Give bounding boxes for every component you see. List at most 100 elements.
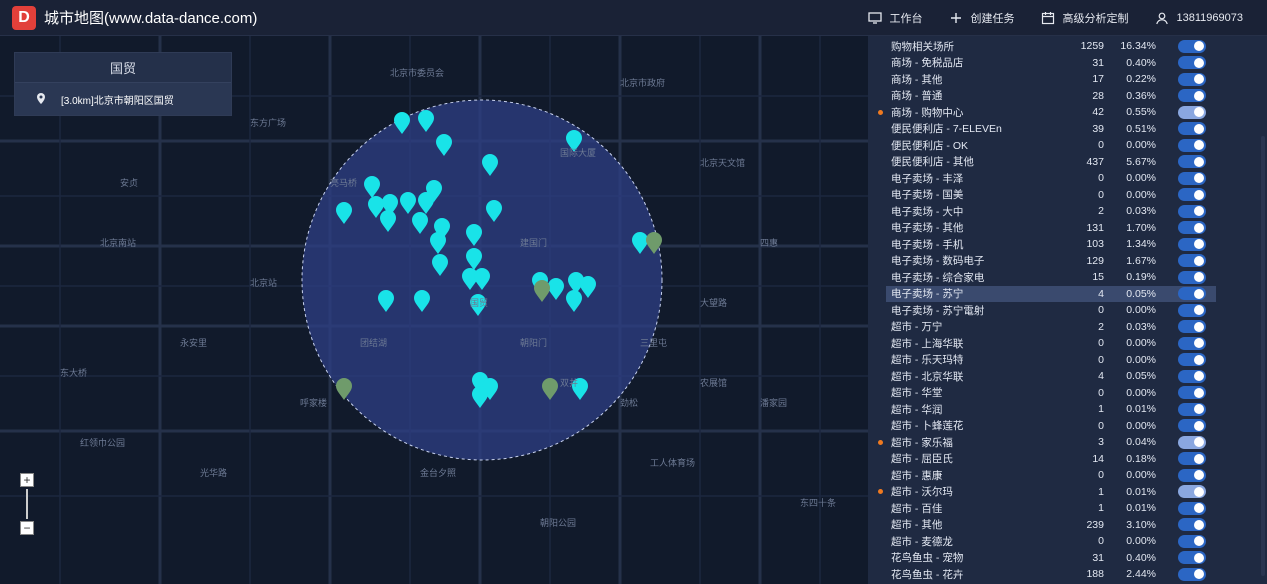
category-row[interactable]: 花鸟鱼虫 - 花卉 188 2.44%: [886, 566, 1216, 583]
category-toggle[interactable]: [1178, 551, 1206, 565]
poi-marker[interactable]: [432, 254, 448, 276]
category-toggle[interactable]: [1178, 353, 1206, 367]
category-toggle[interactable]: [1178, 204, 1206, 218]
category-row[interactable]: 超市 - 万宁 2 0.03%: [886, 319, 1216, 336]
category-row[interactable]: 电子卖场 - 综合家电 15 0.19%: [886, 269, 1216, 286]
category-toggle[interactable]: [1178, 155, 1206, 169]
category-toggle[interactable]: [1178, 303, 1206, 317]
poi-marker[interactable]: [466, 248, 482, 270]
poi-marker[interactable]: [378, 290, 394, 312]
category-row[interactable]: 便民便利店 - 其他 437 5.67%: [886, 154, 1216, 171]
poi-marker[interactable]: [430, 232, 446, 254]
zoom-slider[interactable]: [26, 489, 28, 519]
category-row[interactable]: 电子卖场 - 大中 2 0.03%: [886, 203, 1216, 220]
category-row[interactable]: 电子卖场 - 丰泽 0 0.00%: [886, 170, 1216, 187]
category-toggle[interactable]: [1178, 89, 1206, 103]
category-row[interactable]: 商场 - 普通 28 0.36%: [886, 88, 1216, 105]
poi-marker[interactable]: [414, 290, 430, 312]
category-toggle[interactable]: [1178, 452, 1206, 466]
category-row[interactable]: 超市 - 卜蜂莲花 0 0.00%: [886, 418, 1216, 435]
poi-marker[interactable]: [474, 268, 490, 290]
category-row[interactable]: 便民便利店 - OK 0 0.00%: [886, 137, 1216, 154]
category-row[interactable]: 商场 - 其他 17 0.22%: [886, 71, 1216, 88]
poi-marker[interactable]: [580, 276, 596, 298]
poi-marker[interactable]: [400, 192, 416, 214]
poi-marker[interactable]: [418, 192, 434, 214]
category-toggle[interactable]: [1178, 419, 1206, 433]
category-row[interactable]: 超市 - 百佳 1 0.01%: [886, 500, 1216, 517]
store-marker[interactable]: [646, 232, 662, 254]
poi-marker[interactable]: [548, 278, 564, 300]
category-row[interactable]: 电子卖场 - 数码电子 129 1.67%: [886, 253, 1216, 270]
advanced-analysis-button[interactable]: 高级分析定制: [1041, 10, 1129, 26]
category-row[interactable]: 便民便利店 - 7-ELEVEn 39 0.51%: [886, 121, 1216, 138]
category-row[interactable]: 超市 - 惠康 0 0.00%: [886, 467, 1216, 484]
category-row[interactable]: 超市 - 华堂 0 0.00%: [886, 385, 1216, 402]
poi-marker[interactable]: [472, 386, 488, 408]
store-marker[interactable]: [336, 378, 352, 400]
category-toggle[interactable]: [1178, 468, 1206, 482]
category-row[interactable]: 花鸟鱼虫 - 宠物 31 0.40%: [886, 550, 1216, 567]
category-row[interactable]: 电子卖场 - 苏宁電射 0 0.00%: [886, 302, 1216, 319]
category-toggle[interactable]: [1178, 39, 1206, 53]
poi-marker[interactable]: [466, 224, 482, 246]
zoom-out-button[interactable]: −: [20, 521, 34, 535]
category-toggle[interactable]: [1178, 287, 1206, 301]
store-marker[interactable]: [542, 378, 558, 400]
category-toggle[interactable]: [1178, 188, 1206, 202]
category-row[interactable]: 超市 - 其他 239 3.10%: [886, 517, 1216, 534]
category-toggle[interactable]: [1178, 56, 1206, 70]
workbench-button[interactable]: 工作台: [867, 10, 923, 26]
category-row[interactable]: 电子卖场 - 手机 103 1.34%: [886, 236, 1216, 253]
category-toggle[interactable]: [1178, 518, 1206, 532]
category-toggle[interactable]: [1178, 567, 1206, 581]
poi-marker[interactable]: [418, 110, 434, 132]
category-row[interactable]: 电子卖场 - 国美 0 0.00%: [886, 187, 1216, 204]
category-toggle[interactable]: [1178, 122, 1206, 136]
category-toggle[interactable]: [1178, 485, 1206, 499]
poi-marker[interactable]: [336, 202, 352, 224]
category-row[interactable]: 超市 - 上海华联 0 0.00%: [886, 335, 1216, 352]
poi-marker[interactable]: [412, 212, 428, 234]
category-toggle[interactable]: [1178, 237, 1206, 251]
category-row[interactable]: 超市 - 屈臣氏 14 0.18%: [886, 451, 1216, 468]
category-toggle[interactable]: [1178, 171, 1206, 185]
category-row[interactable]: 超市 - 北京华联 4 0.05%: [886, 368, 1216, 385]
category-row[interactable]: 超市 - 华润 1 0.01%: [886, 401, 1216, 418]
category-toggle[interactable]: [1178, 254, 1206, 268]
category-toggle[interactable]: [1178, 336, 1206, 350]
category-row[interactable]: 电子卖场 - 苏宁 4 0.05%: [886, 285, 1216, 302]
category-toggle[interactable]: [1178, 402, 1206, 416]
category-toggle[interactable]: [1178, 72, 1206, 86]
category-row[interactable]: 超市 - 沃尔玛 1 0.01%: [878, 484, 1216, 501]
poi-marker[interactable]: [482, 154, 498, 176]
poi-marker[interactable]: [632, 232, 648, 254]
create-task-button[interactable]: 创建任务: [949, 10, 1015, 26]
user-menu[interactable]: 13811969073: [1155, 11, 1243, 25]
category-row[interactable]: 超市 - 家乐福 3 0.04%: [878, 434, 1216, 451]
poi-marker[interactable]: [436, 134, 452, 156]
category-row[interactable]: 购物相关场所 1259 16.34%: [886, 38, 1216, 55]
category-toggle[interactable]: [1178, 105, 1206, 119]
store-marker[interactable]: [534, 280, 550, 302]
category-row[interactable]: 超市 - 麦德龙 0 0.00%: [886, 533, 1216, 550]
category-row[interactable]: 商场 - 免税品店 31 0.40%: [886, 55, 1216, 72]
poi-marker[interactable]: [394, 112, 410, 134]
category-row[interactable]: 电子卖场 - 其他 131 1.70%: [886, 220, 1216, 237]
category-toggle[interactable]: [1178, 221, 1206, 235]
poi-marker[interactable]: [364, 176, 380, 198]
map-canvas[interactable]: 北京西单大悦城北京市委员会北京市政府国际大厦东方广场北京天文馆建国门国贸朝阳门三…: [0, 36, 868, 584]
category-toggle[interactable]: [1178, 435, 1206, 449]
category-toggle[interactable]: [1178, 138, 1206, 152]
category-row[interactable]: 商场 - 购物中心 42 0.55%: [878, 104, 1216, 121]
category-toggle[interactable]: [1178, 386, 1206, 400]
category-toggle[interactable]: [1178, 320, 1206, 334]
poi-marker[interactable]: [486, 200, 502, 222]
category-toggle[interactable]: [1178, 270, 1206, 284]
category-toggle[interactable]: [1178, 369, 1206, 383]
poi-marker[interactable]: [566, 290, 582, 312]
category-toggle[interactable]: [1178, 534, 1206, 548]
zoom-in-button[interactable]: +: [20, 473, 34, 487]
search-result[interactable]: [3.0km]北京市朝阳区国贸: [15, 83, 231, 115]
category-scrollbar[interactable]: [1261, 136, 1265, 576]
